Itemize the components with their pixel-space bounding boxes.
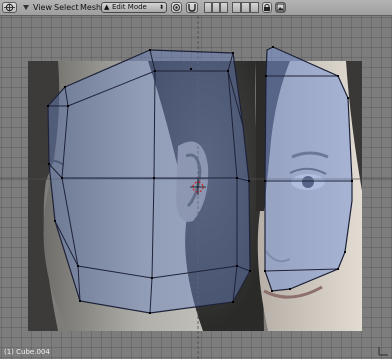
mesh-face-right[interactable] <box>264 46 353 292</box>
lock-icon <box>264 3 270 11</box>
chevron-down-icon: ⬍ <box>158 4 164 11</box>
menu-mesh[interactable]: Mesh <box>80 3 101 13</box>
draw-type-button[interactable] <box>171 2 182 13</box>
menu-collapse-icon[interactable] <box>22 3 30 12</box>
mode-dropdown[interactable]: ▲ Edit Mode ⬍ <box>101 2 167 13</box>
editor-type-button[interactable] <box>2 2 17 13</box>
occlude-geometry-button[interactable] <box>232 2 241 13</box>
mode-dropdown-label: Edit Mode <box>112 3 147 11</box>
editor-type-icon <box>4 3 15 12</box>
menu-view[interactable]: View <box>33 3 52 13</box>
axis-orientation-icon <box>376 345 390 357</box>
magnet-icon <box>188 4 196 12</box>
face-select-mode-button[interactable] <box>220 2 228 13</box>
blender-window: View Select Mesh ▲ Edit Mode ⬍ (1) Cube.… <box>0 0 392 359</box>
draw-type-icon <box>173 4 180 11</box>
render-preview-button[interactable] <box>275 2 286 13</box>
menu-select[interactable]: Select <box>54 3 79 13</box>
mesh-overlay[interactable] <box>0 16 392 359</box>
status-object-name: (1) Cube.004 <box>4 348 50 356</box>
vertex-select-mode-button[interactable] <box>204 2 212 13</box>
edge-select-mode-button[interactable] <box>212 2 220 13</box>
snap-target-button[interactable] <box>250 2 259 13</box>
image-icon <box>276 3 285 12</box>
edit-mode-icon: ▲ <box>104 3 110 11</box>
proportional-edit-button[interactable] <box>186 2 198 13</box>
snap-button[interactable] <box>241 2 250 13</box>
header-bar: View Select Mesh ▲ Edit Mode ⬍ <box>0 0 392 16</box>
3d-viewport[interactable]: (1) Cube.004 <box>0 16 392 359</box>
lock-button[interactable] <box>262 2 272 13</box>
